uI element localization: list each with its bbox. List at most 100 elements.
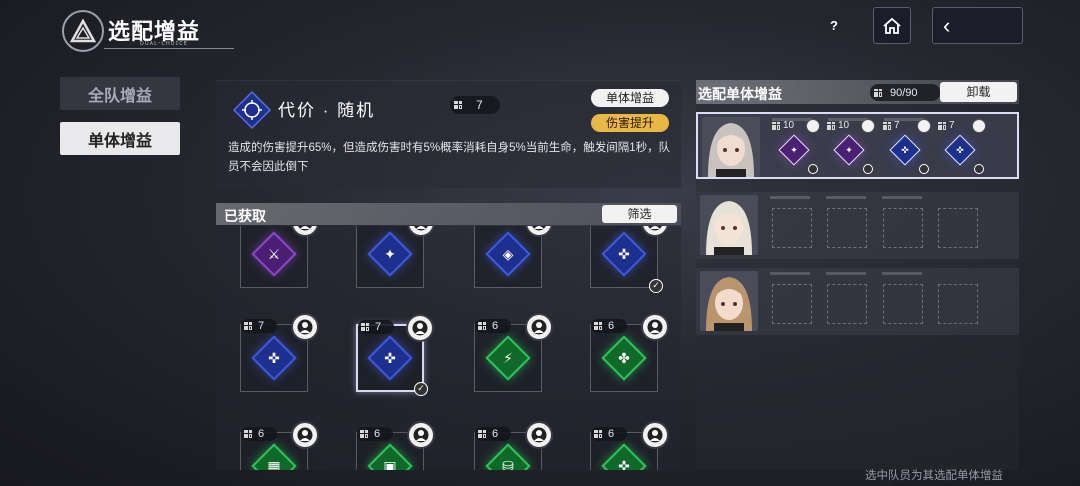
- buff-slot[interactable]: ✦ 10: [827, 119, 875, 174]
- buff-card-count-value: 6: [492, 428, 499, 440]
- member-info-line: [770, 272, 810, 275]
- grid-icon: [454, 101, 462, 109]
- member-info-line: [826, 272, 866, 275]
- unload-button[interactable]: 卸载: [940, 82, 1017, 102]
- slot-count: 7: [883, 120, 900, 131]
- buff-icon: ✦: [778, 134, 810, 166]
- member-info-line: [770, 196, 810, 199]
- tab-team-buff[interactable]: 全队增益: [60, 77, 180, 110]
- checkmark-icon: ✓: [414, 382, 428, 396]
- home-icon: [883, 17, 901, 34]
- team-member-row[interactable]: ✦ 10 ✦ 10 ✜ 7 ✜ 7: [696, 112, 1019, 179]
- buff-icon: ✤: [601, 335, 647, 381]
- buff-glyph-icon: ✜: [901, 144, 909, 155]
- user-icon: [525, 226, 553, 237]
- buff-capacity-value: 90/90: [890, 86, 918, 99]
- buff-card-count: 6: [475, 319, 511, 333]
- buff-card-count: 7: [358, 320, 394, 334]
- tab-single-buff[interactable]: 单体增益: [60, 122, 180, 155]
- buff-card[interactable]: ✜ 7 ✓: [356, 314, 434, 396]
- buff-card-count: 6: [357, 427, 393, 441]
- buff-card-count: 6: [591, 427, 627, 441]
- buff-name: 代价 · 随机: [278, 101, 376, 120]
- user-icon: [641, 226, 669, 237]
- slot-count-value: 10: [783, 120, 795, 131]
- buff-card[interactable]: ◈: [474, 226, 553, 288]
- buff-card[interactable]: ✤ 6: [590, 313, 669, 392]
- buff-icon: ✦: [367, 231, 413, 277]
- grid-icon: [883, 121, 891, 130]
- member-portrait: [700, 195, 758, 255]
- buff-glyph-icon: ✜: [618, 457, 630, 471]
- buff-glyph-icon: ◈: [502, 245, 514, 262]
- buff-card[interactable]: ✦: [356, 226, 435, 288]
- buff-card[interactable]: ✜ ✓: [590, 226, 669, 293]
- buff-card[interactable]: ✜ 6: [590, 421, 669, 471]
- buff-icon: ⛁: [485, 443, 531, 471]
- buff-glyph-icon: ⛁: [502, 457, 514, 471]
- buff-slot[interactable]: [938, 208, 978, 248]
- buff-card-count: 6: [241, 427, 277, 441]
- grid-icon: [772, 121, 780, 130]
- logo: [62, 10, 104, 52]
- member-info-line: [826, 196, 866, 199]
- buff-card-count-value: 6: [258, 428, 265, 440]
- buff-card[interactable]: ✜ 7: [240, 313, 319, 392]
- user-icon: [641, 421, 669, 449]
- buff-card-count-value: 6: [608, 320, 615, 332]
- help-button[interactable]: ?: [824, 16, 844, 36]
- buff-slot[interactable]: [827, 208, 867, 248]
- buff-card-count: 7: [241, 319, 277, 333]
- back-button[interactable]: ‹: [932, 7, 1023, 44]
- slot-count: 7: [938, 120, 955, 131]
- buff-slot[interactable]: ✜ 7: [883, 119, 931, 174]
- buff-slot[interactable]: [883, 208, 923, 248]
- user-icon: [291, 226, 319, 237]
- member-info-line: [882, 272, 922, 275]
- buff-slot[interactable]: [827, 284, 867, 324]
- buff-icon: ⚔: [251, 231, 297, 277]
- buff-icon: ✜: [601, 231, 647, 277]
- buff-glyph-icon: ▣: [383, 457, 397, 471]
- grid-icon: [360, 430, 368, 438]
- buff-slot[interactable]: ✜ 7: [938, 119, 986, 174]
- obtained-label: 已获取: [224, 208, 266, 224]
- team-member-row[interactable]: [696, 192, 1019, 259]
- checkmark-icon: [974, 164, 984, 174]
- buff-card-count-value: 6: [492, 320, 499, 332]
- buff-card-count-value: 7: [258, 320, 265, 332]
- team-member-row[interactable]: [696, 268, 1019, 335]
- user-icon: [407, 421, 435, 449]
- buff-slot[interactable]: [938, 284, 978, 324]
- title-divider: [104, 48, 234, 49]
- buff-slot[interactable]: [772, 208, 812, 248]
- checkmark-icon: [919, 164, 929, 174]
- user-icon: [291, 313, 319, 341]
- home-button[interactable]: [873, 7, 911, 44]
- buff-icon: ✦: [833, 134, 865, 166]
- buff-glyph-icon: ✦: [845, 144, 853, 155]
- buff-card[interactable]: ▣ 6: [356, 421, 435, 471]
- buff-glyph-icon: ✦: [790, 144, 798, 155]
- filter-button[interactable]: 筛选: [602, 205, 677, 223]
- buff-card[interactable]: ⚡ 6: [474, 313, 553, 392]
- buff-card[interactable]: ⛁ 6: [474, 421, 553, 471]
- footer-hint: 选中队员为其选配单体增益: [865, 470, 1003, 482]
- buff-glyph-icon: ✦: [384, 245, 396, 262]
- buff-slot[interactable]: [772, 284, 812, 324]
- buff-glyph-icon: ▦: [267, 457, 281, 471]
- user-icon: [525, 313, 553, 341]
- checkmark-icon: [808, 164, 818, 174]
- obtained-buff-grid[interactable]: ⚔ ✦ ◈ ✜ ✓ ✜ 7 ✜ 7 ✓ ⚡ 6 ✤ 6 ▦ 6 ▣ 6 ⛁ 6 ✜ 6: [216, 226, 681, 470]
- slot-count-value: 7: [949, 120, 955, 131]
- buff-card[interactable]: ▦ 6: [240, 421, 319, 471]
- user-icon: [972, 119, 986, 133]
- buff-card[interactable]: ⚔: [240, 226, 319, 288]
- buff-detail-icon: [228, 90, 276, 130]
- slot-count: 10: [772, 120, 794, 131]
- user-icon: [291, 421, 319, 449]
- buff-slot[interactable]: [883, 284, 923, 324]
- buff-glyph-icon: ✜: [618, 245, 630, 262]
- buff-slot[interactable]: ✦ 10: [772, 119, 820, 174]
- member-info-line: [882, 196, 922, 199]
